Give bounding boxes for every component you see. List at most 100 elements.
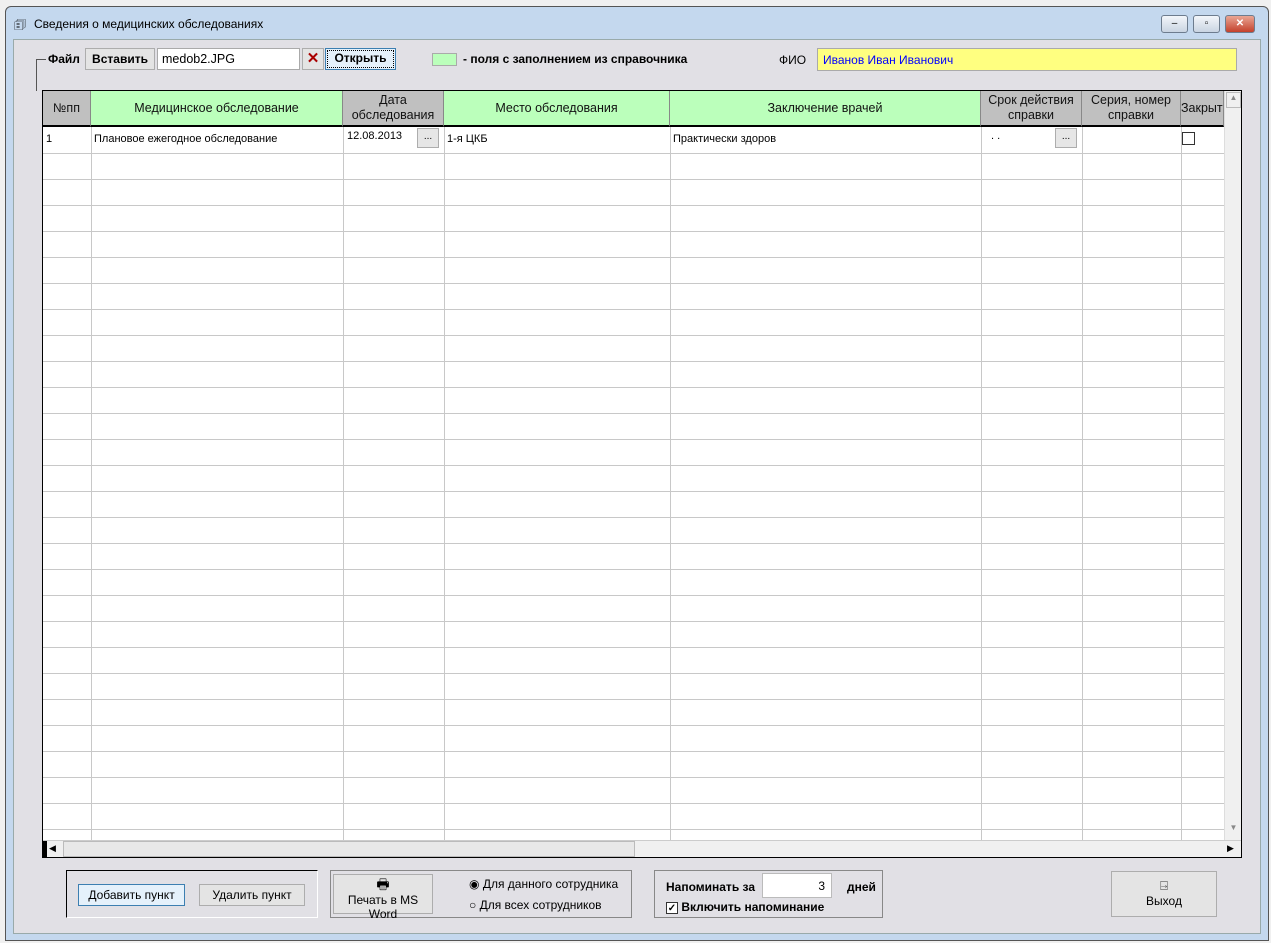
row1-closed-checkbox[interactable] xyxy=(1182,132,1195,145)
header-exam[interactable]: Медицинское обследование xyxy=(91,91,343,127)
minimize-button[interactable]: – xyxy=(1161,15,1188,33)
row-divider xyxy=(43,205,1224,206)
clear-file-button[interactable]: ✕ xyxy=(302,48,324,70)
row-divider xyxy=(43,517,1224,518)
row-divider xyxy=(43,283,1224,284)
row-divider xyxy=(43,335,1224,336)
row1-conclusion[interactable]: Практически здоров xyxy=(673,133,776,145)
row-divider xyxy=(43,543,1224,544)
header-series[interactable]: Серия, номер справки xyxy=(1082,91,1181,127)
reminder-label: Напоминать за xyxy=(666,880,756,894)
row1-validity-picker-button[interactable]: ... xyxy=(1055,128,1077,148)
print-word-label: Печать в MS Word xyxy=(347,893,419,921)
row-divider xyxy=(43,569,1224,570)
row1-date-picker-button[interactable]: ... xyxy=(417,128,439,148)
exit-door-icon: ⍈ xyxy=(1160,878,1168,893)
column-divider xyxy=(670,127,671,840)
header-closed[interactable]: Закрыт xyxy=(1181,91,1224,127)
row-divider xyxy=(43,647,1224,648)
reminder-days-input[interactable]: 3 xyxy=(762,873,832,898)
title-bar[interactable]: 🗊 Сведения о медицинских обследованиях –… xyxy=(6,7,1268,39)
column-divider xyxy=(1181,127,1182,840)
row-divider xyxy=(43,595,1224,596)
checkmark-icon: ✓ xyxy=(666,902,678,914)
row-divider xyxy=(43,699,1224,700)
file-label: Файл xyxy=(48,52,80,66)
row-divider xyxy=(43,751,1224,752)
print-word-button[interactable]: 🖶 Печать в MS Word xyxy=(333,874,433,921)
file-group-line-v xyxy=(36,59,37,91)
edit-group: Добавить пункт Удалить пункт xyxy=(66,870,318,918)
row-divider xyxy=(43,673,1224,674)
radio-current-label: Для данного сотрудника xyxy=(482,877,619,891)
row-divider xyxy=(43,413,1224,414)
row1-date[interactable]: 12.08.2013 xyxy=(347,130,402,142)
open-file-button[interactable]: Открыть xyxy=(325,48,396,70)
row1-num[interactable]: 1 xyxy=(46,133,52,145)
row-divider xyxy=(43,621,1224,622)
main-window: 🗊 Сведения о медицинских обследованиях –… xyxy=(5,6,1269,941)
scroll-left-icon[interactable]: ◀ xyxy=(49,843,56,854)
reminder-unit: дней xyxy=(847,880,876,894)
header-num[interactable]: №пп xyxy=(43,91,91,127)
file-group-line xyxy=(36,59,46,60)
scroll-right-icon[interactable]: ▶ xyxy=(1227,843,1234,854)
horizontal-scrollbar[interactable]: ◀ ▶ xyxy=(43,840,1241,857)
exams-table: №пп Медицинское обследование Дата обслед… xyxy=(42,90,1242,858)
row-divider xyxy=(43,257,1224,258)
print-group: 🖶 Печать в MS Word ◉ Для данного сотрудн… xyxy=(330,870,632,921)
radio-all-employees[interactable]: ○ Для всех сотрудников xyxy=(469,898,602,912)
horizontal-scroll-thumb[interactable] xyxy=(63,841,635,857)
row-divider xyxy=(43,725,1224,726)
column-divider xyxy=(981,127,982,840)
radio-selected-icon: ◉ xyxy=(469,877,480,891)
maximize-button[interactable]: ▫ xyxy=(1193,15,1220,33)
add-item-button[interactable]: Добавить пункт xyxy=(78,884,185,906)
printer-icon: 🖶 xyxy=(376,876,390,892)
row-divider xyxy=(43,387,1224,388)
delete-item-button[interactable]: Удалить пункт xyxy=(199,884,305,906)
exit-button[interactable]: ⍈ Выход xyxy=(1111,871,1217,917)
row1-validity[interactable]: . . xyxy=(991,130,1000,142)
legend-text: - поля с заполнением из справочника xyxy=(463,52,688,66)
exit-label: Выход xyxy=(1146,894,1182,908)
row-divider xyxy=(43,465,1224,466)
scroll-down-icon[interactable]: ▼ xyxy=(1226,823,1241,839)
row-divider xyxy=(43,309,1224,310)
vertical-scrollbar[interactable]: ▲ ▼ xyxy=(1224,91,1241,840)
column-divider xyxy=(444,127,445,840)
row-divider xyxy=(43,439,1224,440)
form-body: Файл Вставить ✕ Открыть - поля с заполне… xyxy=(13,39,1261,934)
row-divider xyxy=(43,491,1224,492)
row-divider xyxy=(43,777,1224,778)
row-divider xyxy=(43,231,1224,232)
row-divider xyxy=(43,829,1224,830)
insert-button[interactable]: Вставить xyxy=(85,48,155,70)
fio-field[interactable]: Иванов Иван Иванович xyxy=(817,48,1237,71)
radio-all-label: Для всех сотрудников xyxy=(479,898,602,912)
enable-reminder-label: Включить напоминание xyxy=(681,900,825,914)
close-button[interactable]: ✕ xyxy=(1225,15,1255,33)
scroll-up-icon[interactable]: ▲ xyxy=(1226,92,1241,108)
header-conclusion[interactable]: Заключение врачей xyxy=(670,91,981,127)
column-divider xyxy=(1082,127,1083,840)
row1-place[interactable]: 1-я ЦКБ xyxy=(447,133,488,145)
filename-input[interactable] xyxy=(157,48,300,70)
fio-label: ФИО xyxy=(779,53,807,67)
row-divider xyxy=(43,803,1224,804)
column-divider xyxy=(91,127,92,840)
header-place[interactable]: Место обследования xyxy=(444,91,670,127)
legend-swatch xyxy=(432,53,457,66)
radio-current-employee[interactable]: ◉ Для данного сотрудника xyxy=(469,877,618,891)
reminder-group: Напоминать за 3 дней ✓ Включить напомина… xyxy=(654,870,883,918)
header-validity[interactable]: Срок действия справки xyxy=(981,91,1082,127)
header-date[interactable]: Дата обследования xyxy=(343,91,444,127)
row-indicator xyxy=(43,841,47,857)
radio-empty-icon: ○ xyxy=(469,898,477,912)
row-divider xyxy=(43,361,1224,362)
column-divider xyxy=(343,127,344,840)
window-title: Сведения о медицинских обследованиях xyxy=(34,17,264,31)
row1-exam[interactable]: Плановое ежегодное обследование xyxy=(94,133,277,145)
enable-reminder-checkbox[interactable]: ✓ Включить напоминание xyxy=(666,900,824,914)
row-divider xyxy=(43,179,1224,180)
